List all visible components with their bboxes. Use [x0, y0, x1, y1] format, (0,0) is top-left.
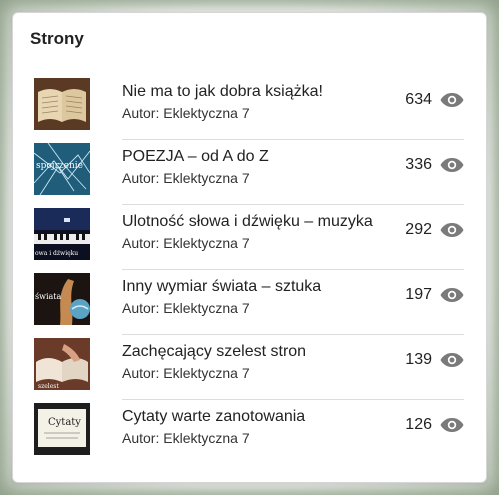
svg-text:szelest: szelest	[38, 383, 59, 390]
post-title[interactable]: POEZJA – od A do Z	[122, 148, 392, 166]
post-author: Autor: Eklektyczna 7	[122, 365, 250, 381]
post-author: Autor: Eklektyczna 7	[122, 235, 250, 251]
view-count: 197	[405, 286, 432, 303]
post-info: Ulotność słowa i dźwięku – muzyka Autor:…	[122, 213, 392, 251]
eye-icon	[440, 223, 464, 237]
post-author: Autor: Eklektyczna 7	[122, 430, 250, 446]
post-title[interactable]: Cytaty warte zanotowania	[122, 408, 392, 426]
vignette-frame: Strony Nie ma to jak dobra książka! Auto…	[0, 0, 499, 495]
abstract-poetry-icon[interactable]: spojrzenie	[34, 143, 90, 195]
svg-text:owa i dźwięku: owa i dźwięku	[35, 250, 78, 257]
piano-icon[interactable]: owa i dźwięku	[34, 208, 90, 260]
post-info: Nie ma to jak dobra książka! Autor: Ekle…	[122, 83, 392, 121]
view-count: 336	[405, 156, 432, 173]
list-item[interactable]: spojrzenie POEZJA – od A do Z Autor: Ekl…	[13, 140, 488, 205]
svg-text:świata: świata	[35, 292, 61, 301]
post-author: Autor: Eklektyczna 7	[122, 170, 250, 186]
view-count: 292	[405, 221, 432, 238]
svg-text:Cytaty: Cytaty	[48, 417, 81, 428]
view-count: 126	[405, 416, 432, 433]
eye-icon	[440, 158, 464, 172]
reading-book-icon[interactable]: szelest	[34, 338, 90, 390]
list-item[interactable]: szelest Zachęcający szelest stron Autor:…	[13, 335, 488, 400]
open-book-icon[interactable]	[34, 78, 90, 130]
post-info: Cytaty warte zanotowania Autor: Eklektyc…	[122, 408, 392, 446]
list-item[interactable]: świata Inny wymiar świata – sztuka Autor…	[13, 270, 488, 335]
post-info: Inny wymiar świata – sztuka Autor: Eklek…	[122, 278, 392, 316]
eye-icon	[440, 418, 464, 432]
post-list: Nie ma to jak dobra książka! Autor: Ekle…	[13, 75, 488, 465]
post-title[interactable]: Nie ma to jak dobra książka!	[122, 83, 392, 101]
post-author: Autor: Eklektyczna 7	[122, 105, 250, 121]
list-item[interactable]: owa i dźwięku Ulotność słowa i dźwięku –…	[13, 205, 488, 270]
eye-icon	[440, 93, 464, 107]
art-hands-icon[interactable]: świata	[34, 273, 90, 325]
post-info: Zachęcający szelest stron Autor: Eklekty…	[122, 343, 392, 381]
popular-posts-widget: Strony Nie ma to jak dobra książka! Auto…	[12, 12, 487, 483]
post-title[interactable]: Ulotność słowa i dźwięku – muzyka	[122, 213, 392, 231]
eye-icon	[440, 353, 464, 367]
widget-title: Strony	[30, 29, 84, 48]
post-info: POEZJA – od A do Z Autor: Eklektyczna 7	[122, 148, 392, 186]
list-item[interactable]: Cytaty Cytaty warte zanotowania Autor: E…	[13, 400, 488, 465]
list-item[interactable]: Nie ma to jak dobra książka! Autor: Ekle…	[13, 75, 488, 140]
post-title[interactable]: Inny wymiar świata – sztuka	[122, 278, 392, 296]
eye-icon	[440, 288, 464, 302]
post-title[interactable]: Zachęcający szelest stron	[122, 343, 392, 361]
svg-text:spojrzenie: spojrzenie	[36, 161, 83, 171]
view-count: 634	[405, 91, 432, 108]
quotes-card-icon[interactable]: Cytaty	[34, 403, 90, 455]
post-author: Autor: Eklektyczna 7	[122, 300, 250, 316]
view-count: 139	[405, 351, 432, 368]
